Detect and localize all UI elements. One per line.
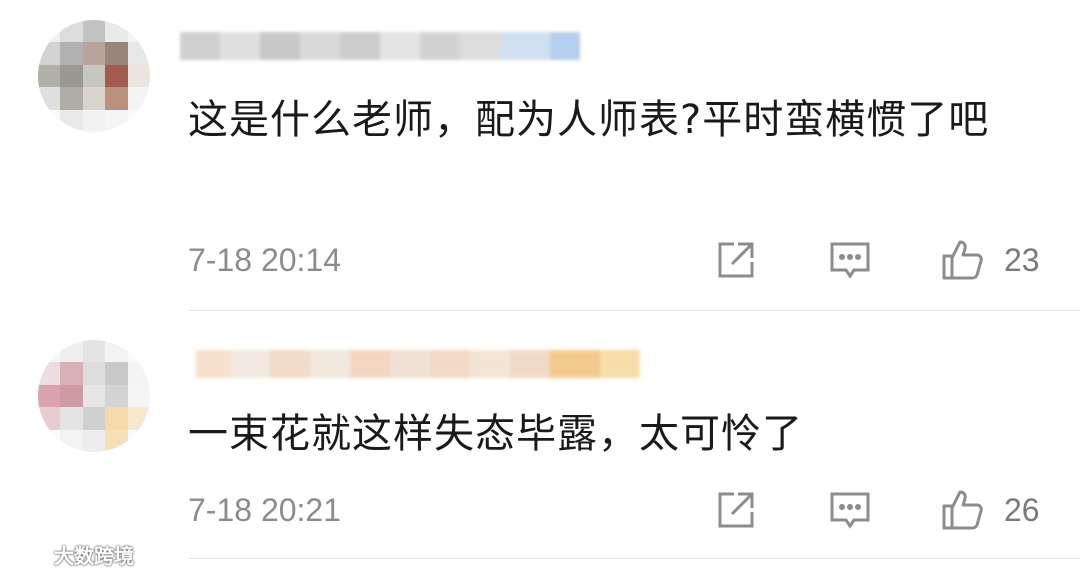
share-icon[interactable] xyxy=(714,238,758,282)
username[interactable] xyxy=(180,26,580,66)
like-count: 26 xyxy=(1004,492,1040,528)
comment-icon[interactable] xyxy=(828,238,872,282)
comment-text: 这是什么老师，配为人师表?平时蛮横惯了吧 xyxy=(188,97,990,143)
divider xyxy=(188,310,1080,311)
username[interactable] xyxy=(196,344,640,384)
avatar[interactable] xyxy=(38,20,150,132)
watermark: 大数跨境 xyxy=(8,540,134,568)
divider xyxy=(188,558,1080,559)
thumbs-up-icon[interactable] xyxy=(940,238,984,282)
thumbs-up-icon[interactable] xyxy=(940,488,984,532)
avatar[interactable] xyxy=(38,340,150,452)
watermark-text: 大数跨境 xyxy=(54,543,134,568)
comment-item: 一束花就这样失态毕露，太可怜了 7-18 20:21 26 xyxy=(0,312,1080,574)
watermark-logo-icon xyxy=(8,546,48,562)
comment-actions: 23 xyxy=(0,238,1080,286)
comment-text: 一束花就这样失态毕露，太可怜了 xyxy=(188,411,803,457)
like-count: 23 xyxy=(1004,242,1040,278)
comment-item: 这是什么老师，配为人师表?平时蛮横惯了吧 7-18 20:14 23 xyxy=(0,0,1080,312)
share-icon[interactable] xyxy=(714,488,758,532)
comment-actions: 26 xyxy=(0,488,1080,536)
comment-icon[interactable] xyxy=(828,488,872,532)
